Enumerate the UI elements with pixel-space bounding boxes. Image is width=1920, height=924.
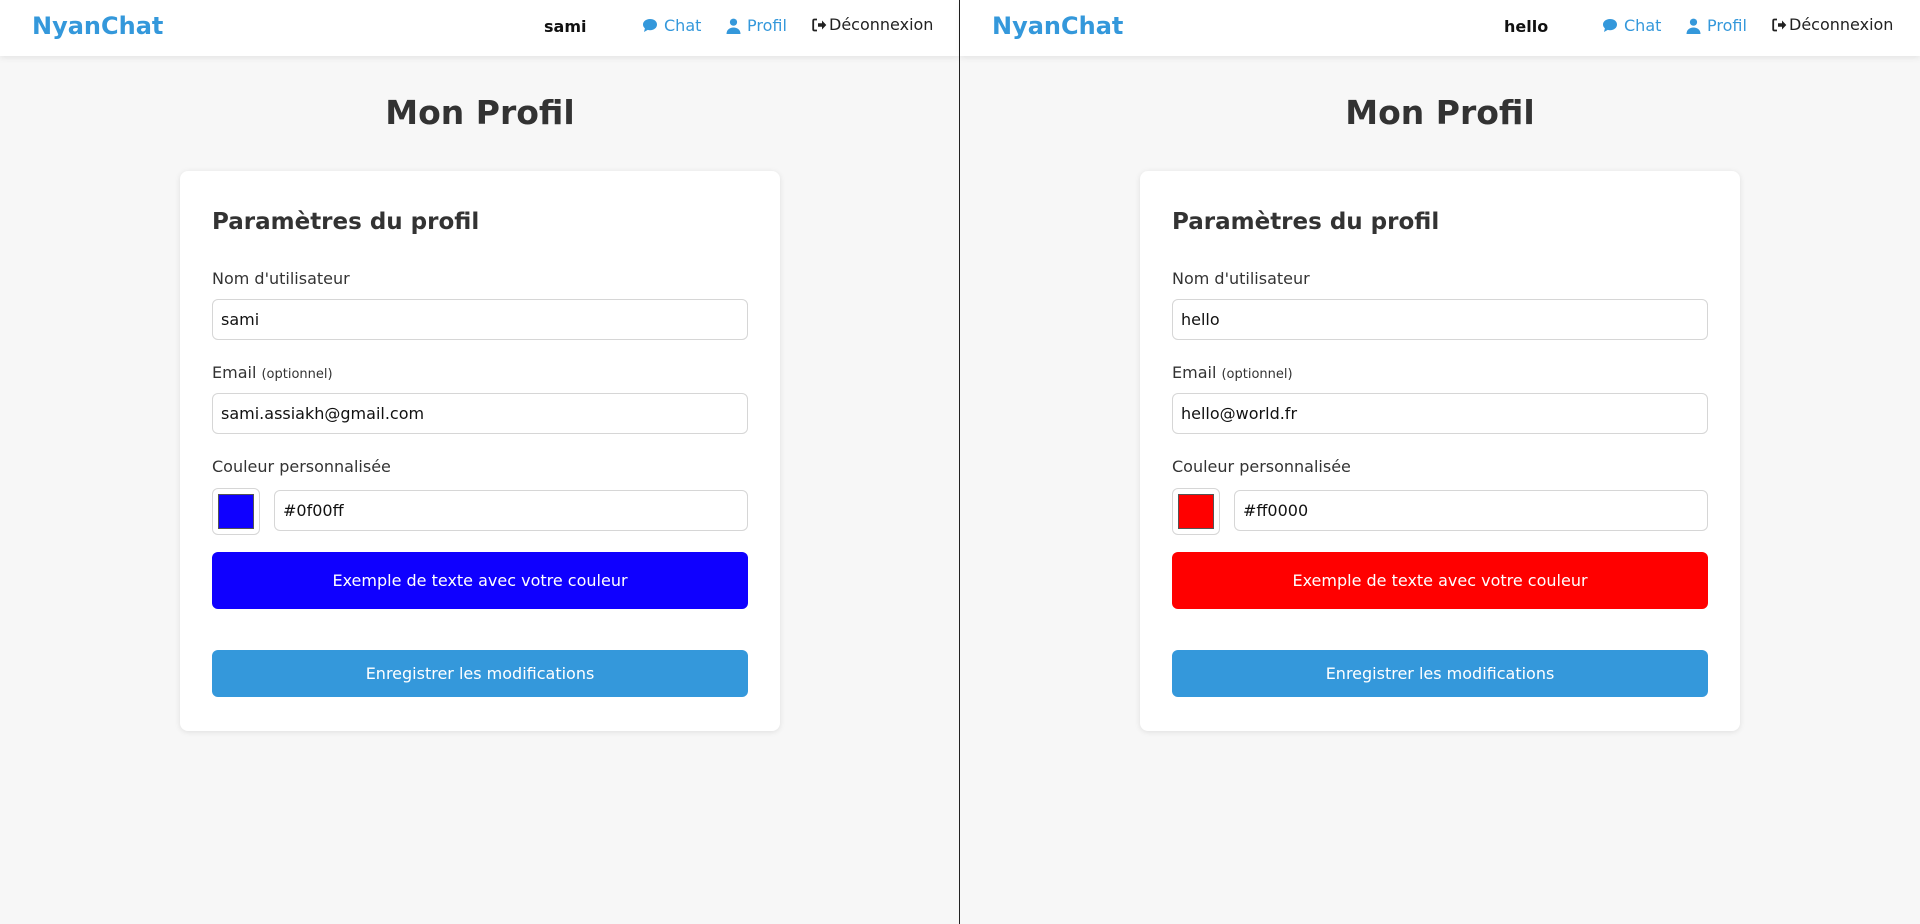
user-icon bbox=[1686, 18, 1701, 34]
email-optional-hint: (optionnel) bbox=[1221, 367, 1293, 382]
color-picker[interactable] bbox=[212, 488, 260, 535]
sign-out-icon bbox=[812, 18, 827, 32]
email-label-text: Email bbox=[212, 363, 257, 382]
username-input[interactable] bbox=[212, 299, 748, 340]
nav-chat-link[interactable]: Chat bbox=[642, 16, 701, 35]
username-label: Nom d'utilisateur bbox=[1172, 269, 1310, 288]
color-preview: Exemple de texte avec votre couleur bbox=[1172, 552, 1708, 609]
email-label-text: Email bbox=[1172, 363, 1217, 382]
color-hex-input[interactable] bbox=[274, 490, 748, 531]
nav-profil-label: Profil bbox=[747, 16, 787, 35]
color-preview-text: Exemple de texte avec votre couleur bbox=[332, 571, 628, 590]
nav-chat-label: Chat bbox=[664, 16, 702, 35]
color-preview-text: Exemple de texte avec votre couleur bbox=[1292, 571, 1588, 590]
nav-logout-label: Déconnexion bbox=[1789, 15, 1894, 34]
nav-logout-link[interactable]: Déconnexion bbox=[812, 15, 933, 34]
card-title: Paramètres du profil bbox=[212, 209, 480, 235]
nav-chat-link[interactable]: Chat bbox=[1602, 16, 1661, 35]
current-username: hello bbox=[1504, 17, 1549, 36]
color-picker[interactable] bbox=[1172, 488, 1220, 535]
email-input[interactable] bbox=[212, 393, 748, 434]
profile-settings-card: Paramètres du profil Nom d'utilisateur E… bbox=[180, 171, 780, 731]
nav-logout-label: Déconnexion bbox=[829, 15, 934, 34]
nav-profil-link[interactable]: Profil bbox=[1686, 16, 1747, 35]
save-button[interactable]: Enregistrer les modifications bbox=[212, 650, 748, 697]
chat-bubble-icon bbox=[1602, 18, 1618, 33]
nav-profil-label: Profil bbox=[1707, 16, 1747, 35]
page-title: Mon Profil bbox=[1345, 93, 1535, 132]
browser-pane-right: NyanChat hello Chat Profil Déconnexion M… bbox=[960, 0, 1920, 924]
current-username: sami bbox=[544, 17, 587, 36]
navbar: NyanChat sami Chat Profil Déconnexion bbox=[0, 0, 959, 56]
email-optional-hint: (optionnel) bbox=[261, 367, 333, 382]
email-label: Email (optionnel) bbox=[212, 363, 333, 382]
profile-settings-card: Paramètres du profil Nom d'utilisateur E… bbox=[1140, 171, 1740, 731]
email-label: Email (optionnel) bbox=[1172, 363, 1293, 382]
email-input[interactable] bbox=[1172, 393, 1708, 434]
color-swatch bbox=[1178, 494, 1214, 529]
user-icon bbox=[726, 18, 741, 34]
navbar: NyanChat hello Chat Profil Déconnexion bbox=[960, 0, 1920, 56]
chat-bubble-icon bbox=[642, 18, 658, 33]
color-swatch bbox=[218, 494, 254, 529]
color-hex-input[interactable] bbox=[1234, 490, 1708, 531]
nav-logout-link[interactable]: Déconnexion bbox=[1772, 15, 1893, 34]
page-title: Mon Profil bbox=[385, 93, 575, 132]
nav-profil-link[interactable]: Profil bbox=[726, 16, 787, 35]
brand-logo[interactable]: NyanChat bbox=[32, 12, 163, 40]
nav-chat-label: Chat bbox=[1624, 16, 1662, 35]
save-button[interactable]: Enregistrer les modifications bbox=[1172, 650, 1708, 697]
browser-pane-left: NyanChat sami Chat Profil Déconnexion Mo… bbox=[0, 0, 960, 924]
color-label: Couleur personnalisée bbox=[1172, 457, 1351, 476]
color-label: Couleur personnalisée bbox=[212, 457, 391, 476]
color-preview: Exemple de texte avec votre couleur bbox=[212, 552, 748, 609]
username-label: Nom d'utilisateur bbox=[212, 269, 350, 288]
card-title: Paramètres du profil bbox=[1172, 209, 1440, 235]
brand-logo[interactable]: NyanChat bbox=[992, 12, 1123, 40]
sign-out-icon bbox=[1772, 18, 1787, 32]
username-input[interactable] bbox=[1172, 299, 1708, 340]
